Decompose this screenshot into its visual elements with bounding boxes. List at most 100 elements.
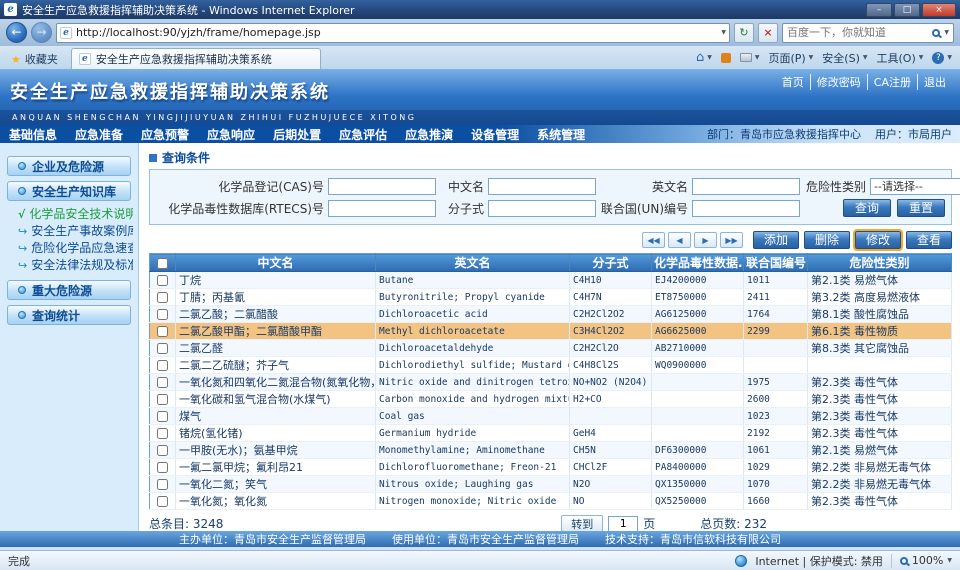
pager-button[interactable]: ◀ [668,232,691,248]
table-row[interactable]: 二氯乙酸；二氯醋酸 Dichloroacetic acid C2H2Cl2O2 … [150,306,952,323]
sidebar-link[interactable]: ↪ 危险化学品应急速查手... [18,240,133,257]
nav-item[interactable]: 应急准备 [66,126,132,143]
table-row[interactable]: 丁烷 Butane C4H10 EJ4200000 1011 第2.1类 易燃气… [150,272,952,289]
sidebar-item-knowledge-base[interactable]: 安全生产知识库 [7,181,131,201]
row-checkbox[interactable] [157,462,168,473]
nav-item[interactable]: 系统管理 [528,126,594,143]
feeds-menu[interactable] [721,53,731,63]
cell-cn-name: 一氧化氮；氧化氮 [176,493,376,510]
cn-name-input[interactable] [488,178,596,195]
action-button[interactable]: 删除 [804,231,850,249]
status-text: 完成 [8,553,30,569]
table-row[interactable]: 一氟二氯甲烷；氟利昂21 Dichlorofluoromethane; Freo… [150,459,952,476]
tools-menu[interactable]: 工具(O) ▼ [877,50,924,66]
sidebar-link[interactable]: ↪ 安全法律法规及标准库 [18,257,133,274]
search-icon[interactable] [932,29,940,37]
formula-label: 分子式 [440,200,484,217]
sidebar-item-query-stats[interactable]: 查询统计 [7,305,131,325]
row-checkbox[interactable] [157,360,168,371]
row-checkbox[interactable] [157,326,168,337]
nav-item[interactable]: 后期处置 [264,126,330,143]
sidebar-link[interactable]: √ 化学品安全技术说明书 [18,206,133,223]
table-row[interactable]: 二氯乙醛 Dichloroacetaldehyde C2H2Cl2O AB271… [150,340,952,357]
url-input[interactable] [76,26,717,39]
nav-item[interactable]: 应急响应 [198,126,264,143]
favorites-button[interactable]: ★ 收藏夹 [4,49,65,69]
safety-menu[interactable]: 安全(S) ▼ [822,50,867,66]
header-link[interactable]: CA注册 [867,74,917,90]
table-row[interactable]: 一氧化二氮；笑气 Nitrous oxide; Laughing gas N2O… [150,476,952,493]
nav-item[interactable]: 基础信息 [0,126,66,143]
sidebar-link[interactable]: ↪ 安全生产事故案例库 [18,223,133,240]
close-button[interactable]: × [922,3,956,17]
table-row[interactable]: 二氯乙酸甲酯；二氯醋酸甲酯 Methyl dichloroacetate C3H… [150,323,952,340]
print-menu[interactable]: ▼ [740,53,760,62]
help-menu[interactable]: ? ▼ [932,52,952,64]
cell-rtecs: ET8750000 [652,289,744,306]
row-checkbox[interactable] [157,445,168,456]
row-checkbox[interactable] [157,428,168,439]
header-link[interactable]: 首页 [776,74,810,90]
goto-page-button[interactable]: 转到 [561,515,603,532]
zoom-control[interactable]: 100% ▼ [900,554,952,567]
address-field[interactable]: e ▼ [56,23,730,43]
formula-input[interactable] [488,200,596,217]
address-dropdown-icon[interactable]: ▼ [721,29,726,36]
action-button[interactable]: 查看 [906,231,952,249]
pager-button[interactable]: ▶ [694,232,717,248]
maximize-button[interactable]: □ [894,3,920,17]
refresh-button[interactable]: ↻ [734,23,754,43]
table-row[interactable]: 煤气 Coal gas 1023 第2.3类 毒性气体 [150,408,952,425]
nav-item[interactable]: 应急推演 [396,126,462,143]
table-row[interactable]: 二氯二乙硫醚；芥子气 Dichlorodiethyl sulfide; Must… [150,357,952,374]
row-checkbox[interactable] [157,496,168,507]
goto-page-input[interactable] [608,516,638,532]
sidebar-item-major-hazard[interactable]: 重大危险源 [7,280,131,300]
table-row[interactable]: 一氧化碳和氢气混合物(水煤气) Carbon monoxide and hydr… [150,391,952,408]
row-checkbox[interactable] [157,292,168,303]
minimize-button[interactable]: – [866,3,892,17]
back-button[interactable]: ← [6,22,27,43]
search-input[interactable] [787,26,928,39]
pager-button[interactable]: ▶▶ [720,232,743,248]
table-row[interactable]: 一甲胺(无水)；氨基甲烷 Monomethylamine; Aminometha… [150,442,952,459]
row-checkbox[interactable] [157,309,168,320]
pager-button[interactable]: ◀◀ [642,232,665,248]
danger-class-select[interactable]: --请选择-- ▼ [870,178,960,195]
row-checkbox[interactable] [157,479,168,490]
header-link[interactable]: 修改密码 [810,74,867,90]
table-row[interactable]: 一氧化氮和四氧化二氮混合物(氮氧化物，硝酸气，氧化氮气体) Nitric oxi… [150,374,952,391]
table-row[interactable]: 丁腈；丙基氰 Butyronitrile; Propyl cyanide C4H… [150,289,952,306]
en-name-input[interactable] [692,178,800,195]
row-checkbox[interactable] [157,377,168,388]
cas-input[interactable] [328,178,436,195]
forward-button[interactable]: → [31,22,52,43]
search-dropdown-icon[interactable]: ▼ [944,29,949,36]
un-number-input[interactable] [692,200,800,217]
table-row[interactable]: 一氧化氮；氧化氮 Nitrogen monoxide; Nitric oxide… [150,493,952,510]
row-checkbox[interactable] [157,275,168,286]
browser-tab[interactable]: e 安全生产应急救援指挥辅助决策系统 [71,48,321,69]
page-menu[interactable]: 页面(P) ▼ [768,50,813,66]
sidebar-item-enterprise-hazard[interactable]: 企业及危险源 [7,156,131,176]
reset-button[interactable]: 重置 [897,199,945,217]
nav-item[interactable]: 应急预警 [132,126,198,143]
row-checkbox[interactable] [157,343,168,354]
action-button[interactable]: 添加 [753,231,799,249]
search-button[interactable]: 查询 [843,199,891,217]
row-checkbox[interactable] [157,394,168,405]
nav-item[interactable]: 应急评估 [330,126,396,143]
main-content: 查询条件 化学品登记(CAS)号 中文名 英文名 危险性类别 --请选择-- ▼ [139,143,960,531]
header-link[interactable]: 退出 [917,74,952,90]
action-button[interactable]: 修改 [855,231,901,249]
window-favicon-icon: e [4,3,17,16]
search-box[interactable]: ▼ [782,23,954,43]
stop-button[interactable]: × [758,23,778,43]
select-all-checkbox[interactable] [157,258,168,269]
table-header-row: 中文名 英文名 分子式 化学品毒性数据... 联合国编号 危险性类别 [150,254,952,272]
rtecs-input[interactable] [328,200,436,217]
table-row[interactable]: 锗烷(氢化锗) Germanium hydride GeH4 2192 第2.3… [150,425,952,442]
home-menu[interactable]: ⌂ ▼ [696,50,712,65]
nav-item[interactable]: 设备管理 [462,126,528,143]
row-checkbox[interactable] [157,411,168,422]
